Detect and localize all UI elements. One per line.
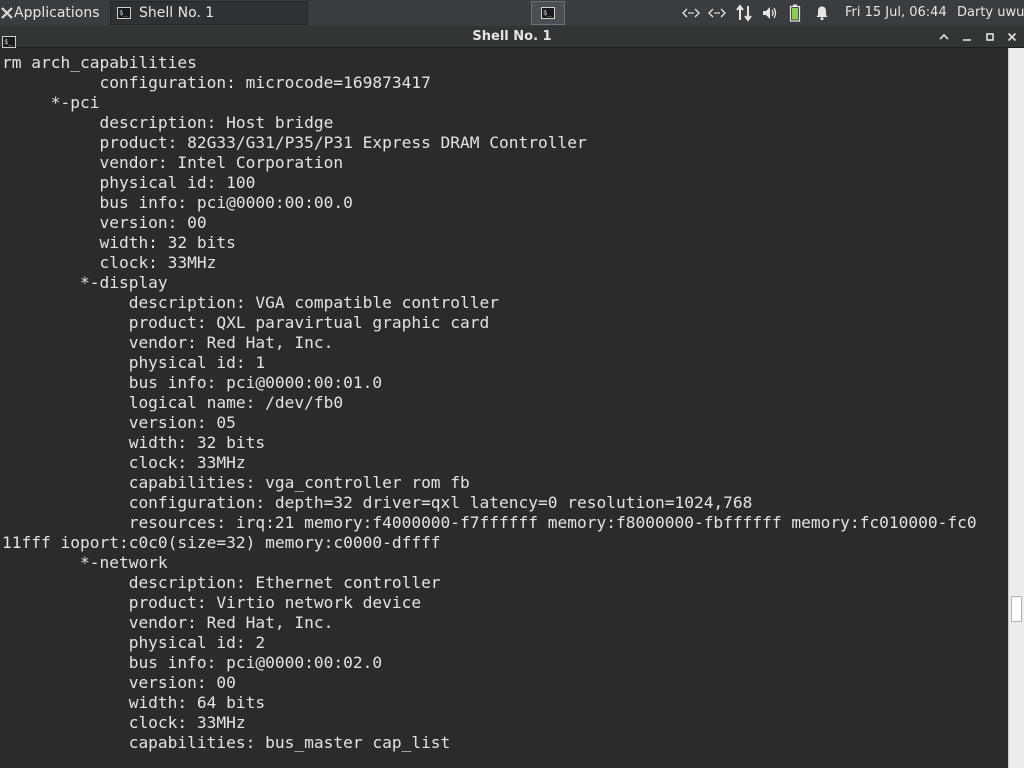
- terminal-scrollbar[interactable]: [1008, 48, 1024, 768]
- terminal-line: physical id: 100: [2, 173, 256, 192]
- terminal-line: rm arch_capabilities: [2, 53, 197, 72]
- transfer-icon[interactable]: [735, 0, 753, 26]
- terminal-line: *-display: [2, 273, 168, 292]
- xfce-logo-icon: [0, 0, 14, 26]
- user-menu[interactable]: Darty uwu: [957, 0, 1024, 26]
- terminal-line: version: 05: [2, 413, 236, 432]
- terminal-line: resources: irq:21 memory:f4000000-f7ffff…: [2, 513, 977, 532]
- scrollbar-thumb[interactable]: [1011, 596, 1022, 622]
- terminal-line: description: VGA compatible controller: [2, 293, 500, 312]
- terminal-line: version: 00: [2, 673, 236, 692]
- terminal-line: 11fff ioport:c0c0(size=32) memory:c0000-…: [2, 533, 441, 552]
- terminal-line: *-network: [2, 553, 168, 572]
- taskbar-shell-label: Shell No. 1: [139, 5, 215, 21]
- clock[interactable]: Fri 15 Jul, 06:44: [845, 0, 947, 26]
- terminal-line: clock: 33MHz: [2, 713, 246, 732]
- terminal-line: version: 00: [2, 213, 207, 232]
- terminal-line: clock: 33MHz: [2, 453, 246, 472]
- terminal-line: bus info: pci@0000:00:00.0: [2, 193, 353, 212]
- window-titlebar[interactable]: $_ Shell No. 1: [0, 26, 1024, 48]
- shade-button[interactable]: [935, 28, 953, 46]
- terminal-line: width: 32 bits: [2, 233, 236, 252]
- terminal-line: width: 64 bits: [2, 693, 266, 712]
- terminal-output[interactable]: rm arch_capabilities configuration: micr…: [0, 48, 1008, 768]
- menu-separator-icon: ⋮: [104, 5, 108, 21]
- terminal-line: vendor: Red Hat, Inc.: [2, 613, 334, 632]
- terminal-line: configuration: microcode=169873417: [2, 73, 431, 92]
- network-icon-1[interactable]: [682, 0, 700, 26]
- terminal-line: physical id: 1: [2, 353, 266, 372]
- terminal-line: vendor: Red Hat, Inc.: [2, 333, 334, 352]
- close-button[interactable]: [1003, 28, 1021, 46]
- notification-bell-icon[interactable]: [814, 0, 830, 26]
- terminal-icon: $_: [541, 7, 555, 19]
- terminal-line: vendor: Intel Corporation: [2, 153, 344, 172]
- terminal-line: description: Ethernet controller: [2, 573, 441, 592]
- terminal-line: clock: 33MHz: [2, 253, 217, 272]
- terminal-line: configuration: depth=32 driver=qxl laten…: [2, 493, 753, 512]
- terminal-launcher-button[interactable]: $_: [531, 1, 565, 25]
- terminal-line: bus info: pci@0000:00:02.0: [2, 653, 383, 672]
- terminal-line: *-pci: [2, 93, 100, 112]
- terminal-icon: $_: [117, 7, 131, 19]
- volume-icon[interactable]: [761, 0, 779, 26]
- applications-label: Applications: [14, 5, 100, 21]
- terminal-line: description: Host bridge: [2, 113, 334, 132]
- taskbar-shell-button[interactable]: $_ Shell No. 1: [110, 1, 308, 25]
- minimize-button[interactable]: [958, 28, 976, 46]
- terminal-text: rm arch_capabilities configuration: micr…: [0, 48, 1008, 753]
- top-panel: Applications ⋮ $_ Shell No. 1 $_ Fri 15 …: [0, 0, 1024, 26]
- terminal-line: capabilities: vga_controller rom fb: [2, 473, 470, 492]
- terminal-line: bus info: pci@0000:00:01.0: [2, 373, 383, 392]
- network-icon-2[interactable]: [708, 0, 726, 26]
- maximize-button[interactable]: [981, 28, 999, 46]
- terminal-line: product: Virtio network device: [2, 593, 422, 612]
- window-title: Shell No. 1: [472, 29, 552, 44]
- applications-menu[interactable]: Applications ⋮: [0, 0, 108, 26]
- terminal-line: capabilities: bus_master cap_list: [2, 733, 451, 752]
- terminal-line: product: 82G33/G31/P35/P31 Express DRAM …: [2, 133, 587, 152]
- terminal-line: product: QXL paravirtual graphic card: [2, 313, 490, 332]
- battery-icon[interactable]: [789, 0, 801, 26]
- terminal-line: width: 32 bits: [2, 433, 266, 452]
- terminal-line: logical name: /dev/fb0: [2, 393, 344, 412]
- terminal-line: physical id: 2: [2, 633, 266, 652]
